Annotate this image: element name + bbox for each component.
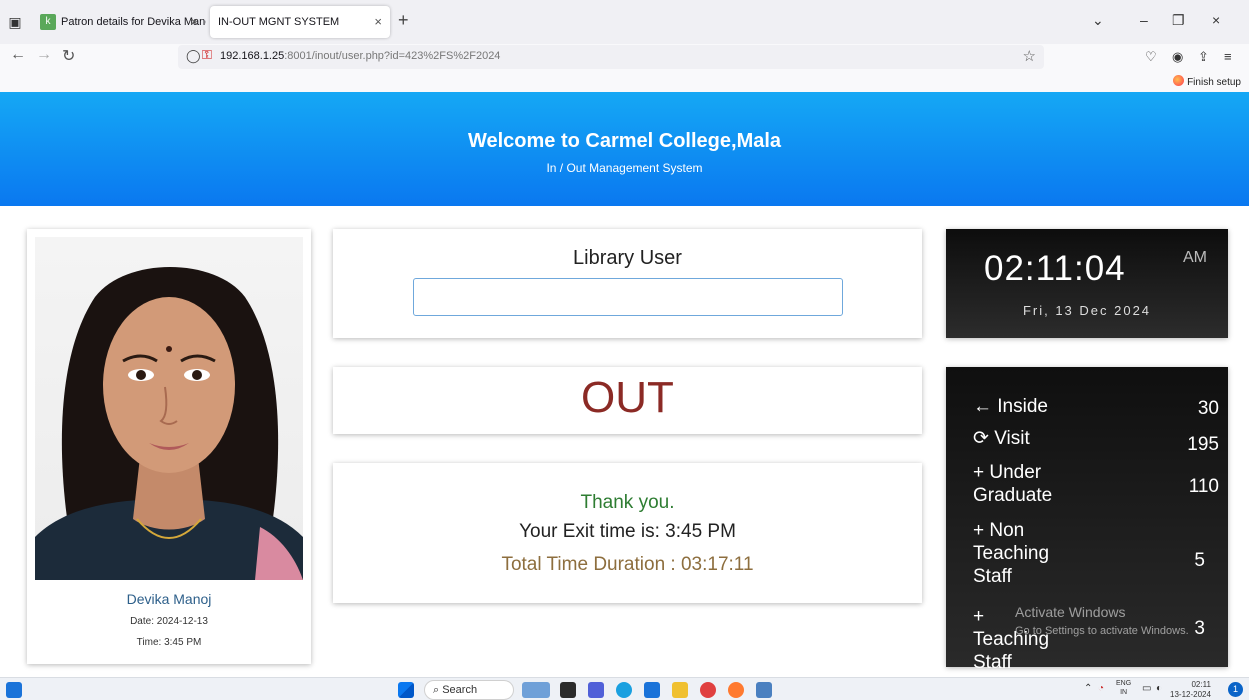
library-user-card: Library User: [333, 229, 922, 338]
minimize-icon[interactable]: –: [1140, 12, 1148, 28]
clock-time: 02:11:04: [984, 249, 1126, 288]
taskbar-clock[interactable]: 02:11 13-12-2024: [1170, 680, 1211, 700]
new-tab-icon[interactable]: +: [398, 10, 409, 31]
tab-label: Patron details for Devika Manoj: [61, 16, 206, 28]
chrome-icon[interactable]: [700, 682, 716, 698]
stat-label: ← Inside: [973, 396, 1048, 417]
taskbar-time: 02:11: [1191, 680, 1211, 689]
finish-setup-label: Finish setup: [1187, 77, 1241, 88]
pocket-icon[interactable]: ♡: [1145, 49, 1157, 65]
stat-value: 110: [1188, 476, 1219, 497]
url-bar[interactable]: ◯ ⚿ 192.168.1.25:8001/inout/user.php?id=…: [178, 45, 1044, 69]
stat-label: + Under Graduate: [973, 462, 1053, 506]
insecure-lock-icon[interactable]: ⚿: [202, 47, 212, 63]
display-icon[interactable]: ▭: [1142, 683, 1151, 694]
language-bottom: IN: [1120, 689, 1128, 696]
network-icon[interactable]: ◔: [1098, 683, 1104, 694]
language-indicator[interactable]: ENG IN: [1116, 679, 1131, 697]
stat-value: 5: [1194, 550, 1205, 571]
edge-icon[interactable]: [616, 682, 632, 698]
message-card: Thank you. Your Exit time is: 3:45 PM To…: [333, 463, 922, 603]
status-text: OUT: [581, 373, 674, 422]
tab-inout-system[interactable]: IN-OUT MGNT SYSTEM ×: [210, 6, 390, 38]
tab-patron-details[interactable]: k Patron details for Devika Manoj ×: [32, 6, 206, 38]
tab-label: IN-OUT MGNT SYSTEM: [218, 16, 340, 28]
page-subtitle: In / Out Management System: [546, 161, 703, 175]
firefox-icon: [1173, 75, 1185, 86]
duration-message: Total Time Duration : 03:17:11: [501, 554, 754, 575]
tab-list-icon[interactable]: ▣: [2, 8, 28, 36]
windows-start-icon[interactable]: [398, 682, 414, 698]
close-tab-icon[interactable]: ×: [190, 6, 198, 38]
patron-name: Devika Manoj: [126, 591, 212, 607]
taskbar-search-label: Search: [442, 684, 478, 696]
chat-icon[interactable]: [588, 682, 604, 698]
thank-you-message: Thank you.: [580, 492, 675, 513]
profile-card: Devika Manoj Date: 2024-12-13 Time: 3:45…: [27, 229, 311, 664]
exit-time-message: Your Exit time is: 3:45 PM: [519, 521, 736, 542]
stat-value: 30: [1197, 398, 1219, 419]
restore-icon[interactable]: ❐: [1172, 12, 1185, 29]
bookmark-star-icon[interactable]: ☆: [1023, 47, 1036, 65]
stat-value: 3: [1194, 618, 1205, 639]
url-path: :8001/inout/user.php?id=423%2FS%2F2024: [284, 50, 501, 62]
clock-date: Fri, 13 Dec 2024: [1022, 303, 1152, 318]
koha-favicon-icon: k: [40, 14, 56, 31]
menu-icon[interactable]: ≡: [1224, 49, 1232, 64]
chevron-down-icon[interactable]: ⌄: [1092, 12, 1104, 29]
status-card: OUT: [333, 367, 922, 434]
stat-visit: ⟳ Visit 195: [973, 427, 1223, 455]
stat-label: + Non Teaching Staff: [973, 520, 1050, 587]
task-view-icon[interactable]: [522, 682, 550, 698]
stat-label: ⟳ Visit: [973, 428, 1030, 449]
firefox-taskbar-icon[interactable]: [728, 682, 744, 698]
stat-under-graduate: + Under Graduate 110: [973, 461, 1223, 509]
taskbar: ⌕ Search ⌃ ◔ ENG IN ▭ ◐ 02:11 13-12-2024 …: [0, 677, 1249, 700]
activate-windows-hint: Go to Settings to activate Windows.: [1015, 625, 1189, 637]
finish-setup-button[interactable]: Finish setup: [1173, 75, 1241, 88]
page-title: Welcome to Carmel College,Mala: [467, 130, 782, 152]
activate-windows-watermark: Activate Windows: [1015, 604, 1126, 620]
language-top: ENG: [1116, 680, 1132, 687]
share-icon[interactable]: ⇪: [1198, 49, 1209, 65]
library-user-input[interactable]: [413, 278, 843, 316]
stats-card: ← Inside 30 ⟳ Visit 195 + Under Graduate…: [946, 367, 1228, 673]
portrait-image: [35, 267, 303, 580]
widgets-icon[interactable]: [6, 682, 22, 698]
shield-icon[interactable]: ◯: [186, 48, 201, 64]
close-window-icon[interactable]: ×: [1212, 12, 1220, 28]
clock-card: 02:11:04 AM Fri, 13 Dec 2024: [946, 229, 1228, 338]
taskbar-date: 13-12-2024: [1170, 690, 1211, 699]
browser-tab-bar: ▣ k Patron details for Devika Manoj × IN-…: [0, 0, 1249, 44]
browser-nav-bar: ← → ↻ ◯ ⚿ 192.168.1.25:8001/inout/user.p…: [0, 44, 1249, 72]
chevron-up-icon[interactable]: ⌃: [1084, 683, 1092, 694]
back-icon[interactable]: ←: [10, 46, 26, 64]
app-icon[interactable]: [756, 682, 772, 698]
patron-photo: [35, 237, 303, 580]
library-user-label: Library User: [573, 247, 682, 269]
stat-inside: ← Inside 30: [973, 395, 1223, 421]
url-host: 192.168.1.25: [220, 50, 285, 62]
url-text[interactable]: 192.168.1.25:8001/inout/user.php?id=423%…: [220, 50, 500, 62]
notification-badge[interactable]: 1: [1228, 682, 1243, 697]
forward-icon[interactable]: →: [36, 46, 52, 64]
store-icon[interactable]: [644, 682, 660, 698]
taskbar-search[interactable]: ⌕ Search: [424, 680, 514, 700]
file-explorer-icon[interactable]: [672, 682, 688, 698]
clock-ampm: AM: [1183, 249, 1207, 266]
patron-date: Date: 2024-12-13: [130, 616, 208, 627]
account-icon[interactable]: ◉: [1172, 49, 1183, 65]
setup-bar: Finish setup: [0, 72, 1249, 92]
stat-value: 195: [1187, 434, 1219, 455]
stat-non-teaching-staff: + Non Teaching Staff 5: [973, 519, 1223, 591]
page-header: Welcome to Carmel College,Mala In / Out …: [0, 92, 1249, 206]
reload-icon[interactable]: ↻: [62, 46, 75, 66]
volume-icon[interactable]: ◐: [1156, 683, 1162, 694]
close-tab-icon[interactable]: ×: [374, 6, 382, 38]
app-icon[interactable]: [560, 682, 576, 698]
patron-time: Time: 3:45 PM: [136, 637, 202, 648]
